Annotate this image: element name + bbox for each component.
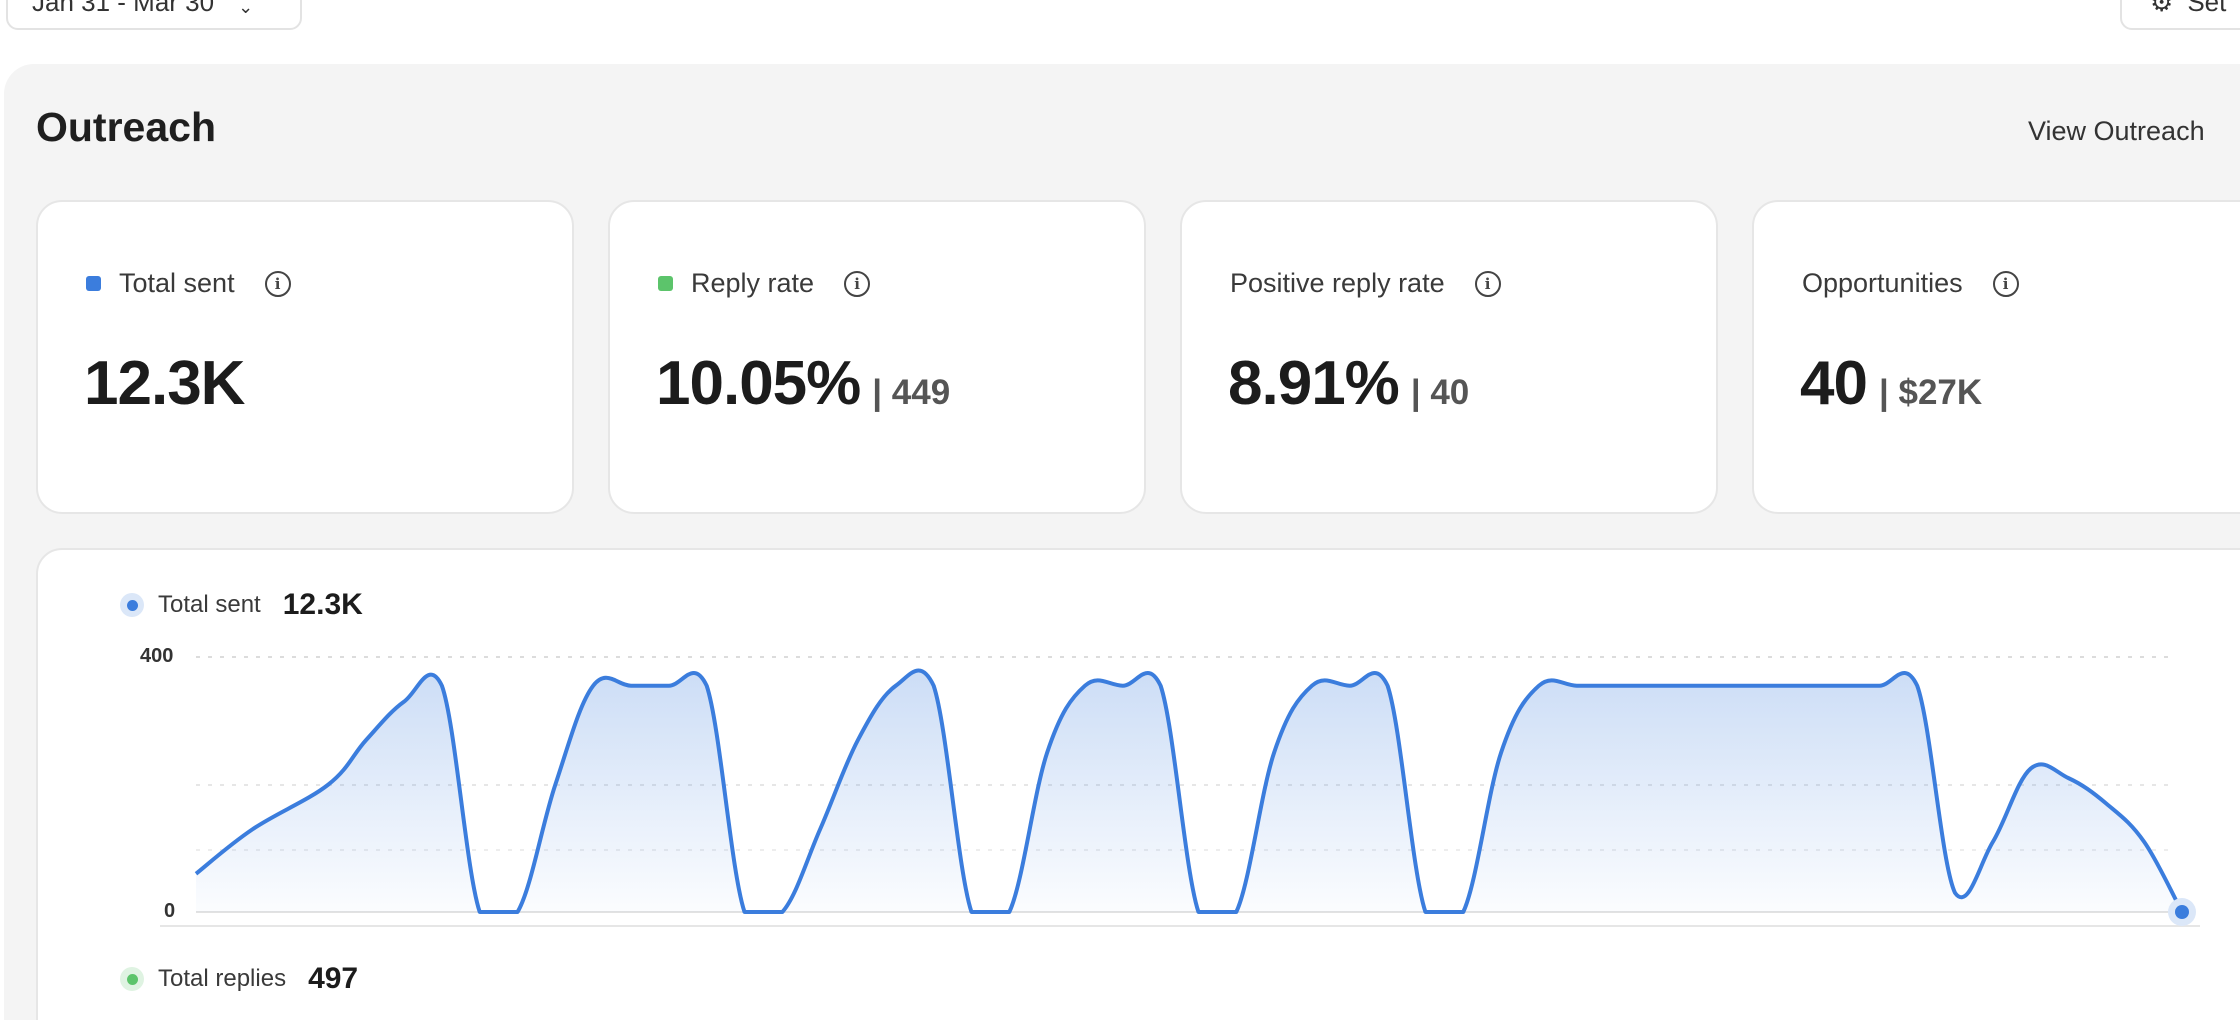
- legend-value: 497: [308, 962, 359, 995]
- legend-total-replies[interactable]: Total replies 497: [120, 962, 358, 996]
- series-end-point: [2175, 905, 2189, 919]
- legend-marker-icon: [120, 967, 144, 991]
- area-chart: [160, 656, 2200, 927]
- legend-label: Total replies: [158, 965, 287, 992]
